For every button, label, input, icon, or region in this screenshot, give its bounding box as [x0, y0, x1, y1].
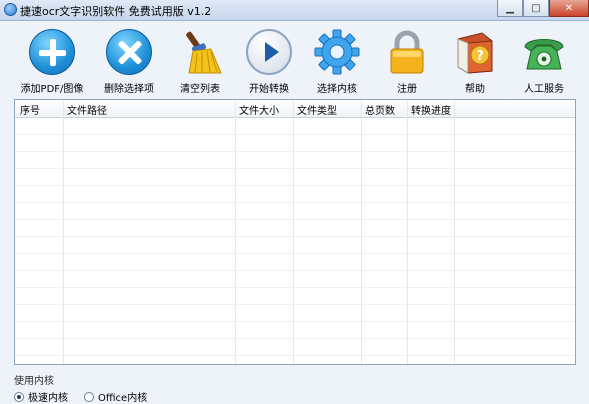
row-divider	[15, 355, 575, 356]
select-kernel-label: 选择内核	[317, 84, 357, 95]
plus-circle-icon	[29, 29, 75, 75]
manual-service-label: 人工服务	[524, 84, 564, 95]
x-circle-icon	[106, 29, 152, 75]
row-divider	[15, 236, 575, 237]
delete-selected-button[interactable]: 删除选择项	[92, 21, 166, 95]
help-book-icon: ?	[457, 32, 493, 74]
radio-office-kernel[interactable]: Office内核	[84, 389, 147, 404]
table-header: 序号 文件路径 文件大小 文件类型 总页数 转换进度	[15, 100, 575, 118]
row-divider	[15, 151, 575, 152]
lock-icon	[390, 30, 424, 74]
column-header-index[interactable]: 序号	[20, 102, 40, 117]
radio-unselected-icon	[84, 391, 94, 402]
file-list-table[interactable]: 序号 文件路径 文件大小 文件类型 总页数 转换进度	[14, 99, 576, 365]
radio-fast-kernel[interactable]: 极速内核	[14, 389, 68, 404]
manual-service-button[interactable]: 人工服务	[507, 21, 581, 95]
svg-text:?: ?	[476, 49, 484, 64]
row-divider	[15, 338, 575, 339]
column-header-path[interactable]: 文件路径	[67, 102, 107, 117]
row-divider	[15, 202, 575, 203]
minimize-button[interactable]: ▁	[497, 0, 523, 17]
column-header-progress[interactable]: 转换进度	[411, 102, 451, 117]
title-bar: 捷速ocr文字识别软件 免费试用版 v1.2 ▁ □ ✕	[0, 0, 589, 21]
register-label: 注册	[397, 84, 417, 95]
start-convert-button[interactable]: 开始转换	[232, 21, 306, 95]
row-divider	[15, 270, 575, 271]
row-divider	[15, 168, 575, 169]
phone-icon	[524, 39, 564, 70]
delete-selected-label: 删除选择项	[104, 84, 154, 95]
broom-icon	[186, 31, 222, 74]
help-label: 帮助	[465, 84, 485, 95]
radio-selected-icon	[14, 391, 24, 402]
row-divider	[15, 134, 575, 135]
radio-office-kernel-label: Office内核	[98, 393, 148, 404]
help-button[interactable]: ? 帮助	[438, 21, 512, 95]
clear-list-label: 清空列表	[180, 84, 220, 95]
app-icon	[4, 3, 17, 16]
column-header-size[interactable]: 文件大小	[239, 102, 279, 117]
window-title: 捷速ocr文字识别软件 免费试用版 v1.2	[20, 5, 212, 18]
register-button[interactable]: 注册	[370, 21, 444, 95]
row-divider	[15, 185, 575, 186]
row-divider	[15, 321, 575, 322]
kernel-group-title: 使用内核	[14, 376, 54, 387]
add-file-button[interactable]: 添加PDF/图像	[15, 21, 89, 95]
gear-icon	[314, 29, 360, 75]
radio-fast-kernel-label: 极速内核	[28, 393, 68, 404]
play-icon	[246, 29, 292, 75]
add-file-label: 添加PDF/图像	[20, 84, 84, 95]
close-button[interactable]: ✕	[549, 0, 589, 17]
row-divider	[15, 219, 575, 220]
start-convert-label: 开始转换	[249, 84, 289, 95]
column-header-type[interactable]: 文件类型	[297, 102, 337, 117]
row-divider	[15, 253, 575, 254]
maximize-button[interactable]: □	[523, 0, 549, 17]
clear-list-button[interactable]: 清空列表	[163, 21, 237, 95]
toolbar: 添加PDF/图像 删除选择项 清空列表 开始转换 选择内核 注册 ? 帮助 人工…	[0, 21, 589, 95]
row-divider	[15, 304, 575, 305]
column-header-pages[interactable]: 总页数	[365, 102, 395, 117]
select-kernel-button[interactable]: 选择内核	[300, 21, 374, 95]
window-controls: ▁ □ ✕	[497, 0, 589, 18]
row-divider	[15, 287, 575, 288]
